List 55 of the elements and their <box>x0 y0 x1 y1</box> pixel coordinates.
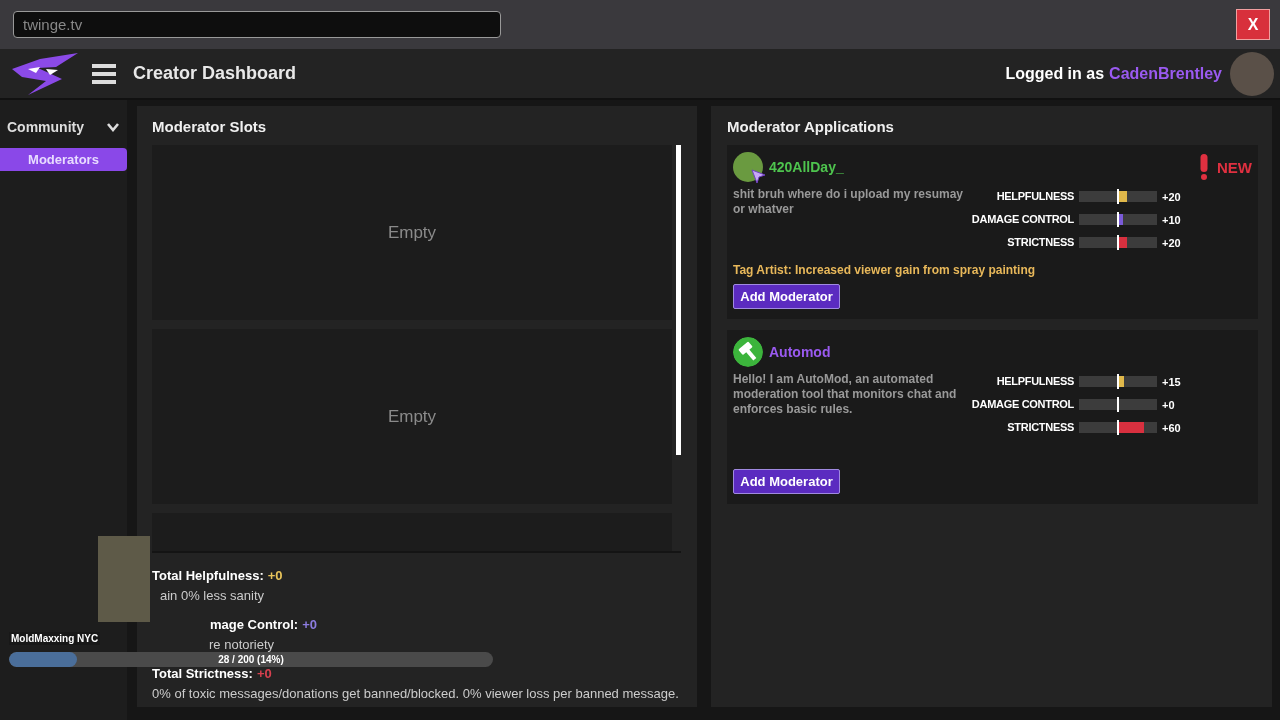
stat-effect: re notoriety <box>209 636 276 654</box>
add-moderator-button[interactable]: Add Moderator <box>733 469 840 494</box>
stat-label: HELPFULNESS <box>995 189 1074 204</box>
stat-effect: ain 0% less sanity <box>160 587 266 605</box>
stat-reading: +20 <box>1162 190 1182 203</box>
stat-value: +0 <box>256 666 272 681</box>
slot-label: Empty <box>387 406 437 427</box>
stat-label: mage Control: <box>210 617 299 632</box>
application-message: Hello! I am AutoMod, an automated moderation tool that monitors chat and enforces basic rules. <box>733 372 958 418</box>
logo-icon[interactable] <box>10 50 80 97</box>
stat-bar-negative-half <box>1079 376 1118 387</box>
cursor-icon <box>751 169 766 184</box>
username-link[interactable]: CadenBrentley <box>1109 64 1222 83</box>
stat-reading: +15 <box>1162 375 1182 388</box>
close-button[interactable]: X <box>1236 9 1270 40</box>
page-title: Creator Dashboard <box>133 63 297 84</box>
stat-reading: +60 <box>1162 421 1182 434</box>
stat-effect: 0% of toxic messages/donations get banned/blocked. 0% viewer loss per banned message. <box>152 685 680 703</box>
address-field[interactable]: twinge.tv <box>13 11 501 38</box>
menu-icon[interactable] <box>92 63 116 84</box>
stat-label: STRICTNESS <box>1006 235 1074 250</box>
stat-reading: +0 <box>1162 398 1176 411</box>
application-message: shit bruh where do i upload my resumay or whatver <box>733 187 965 218</box>
applicant-name[interactable]: 420AllDay_ <box>769 159 844 175</box>
sidebar-item[interactable]: Moderators <box>0 148 127 171</box>
gavel-icon <box>733 337 763 367</box>
stat-reading: +10 <box>1162 213 1182 226</box>
add-moderator-button[interactable]: Add Moderator <box>733 284 840 309</box>
sidebar-section-header[interactable]: Community <box>0 116 127 138</box>
stat-label: Total Helpfulness: <box>152 568 264 583</box>
scrollbar-thumb[interactable] <box>676 145 681 455</box>
stat-label: Total Strictness: <box>152 666 253 681</box>
stat-label: DAMAGE CONTROL <box>971 212 1074 227</box>
stat-value: +0 <box>302 617 317 632</box>
stat-bar-negative-half <box>1079 237 1118 248</box>
stat-label: HELPFULNESS <box>995 374 1074 389</box>
panel-title: Moderator Slots <box>152 118 268 137</box>
stat-bar-negative-half <box>1079 399 1118 410</box>
stat-bar-negative-half <box>1079 214 1118 225</box>
stat-value: +0 <box>267 568 283 583</box>
new-label: NEW <box>1217 158 1252 176</box>
stat-bar-negative-half <box>1079 422 1118 433</box>
slot-label: Empty <box>387 222 437 243</box>
channel-name: MoldMaxxing NYC <box>9 632 101 645</box>
stat-label: DAMAGE CONTROL <box>971 397 1074 412</box>
panel-title: Moderator Applications <box>727 118 895 137</box>
stat-reading: +20 <box>1162 236 1182 249</box>
applicant-name[interactable]: Automod <box>769 344 831 360</box>
avatar-photo-placeholder <box>733 152 763 182</box>
logged-in-label: Logged in as <box>1005 64 1105 83</box>
exclamation-icon <box>1198 154 1210 180</box>
progress-label: 28 / 200 (14%) <box>218 654 284 665</box>
trait-text: Tag Artist: Increased viewer gain from spray painting <box>733 263 1037 277</box>
stat-bar-negative-half <box>1079 191 1118 202</box>
stat-label: STRICTNESS <box>1006 420 1074 435</box>
